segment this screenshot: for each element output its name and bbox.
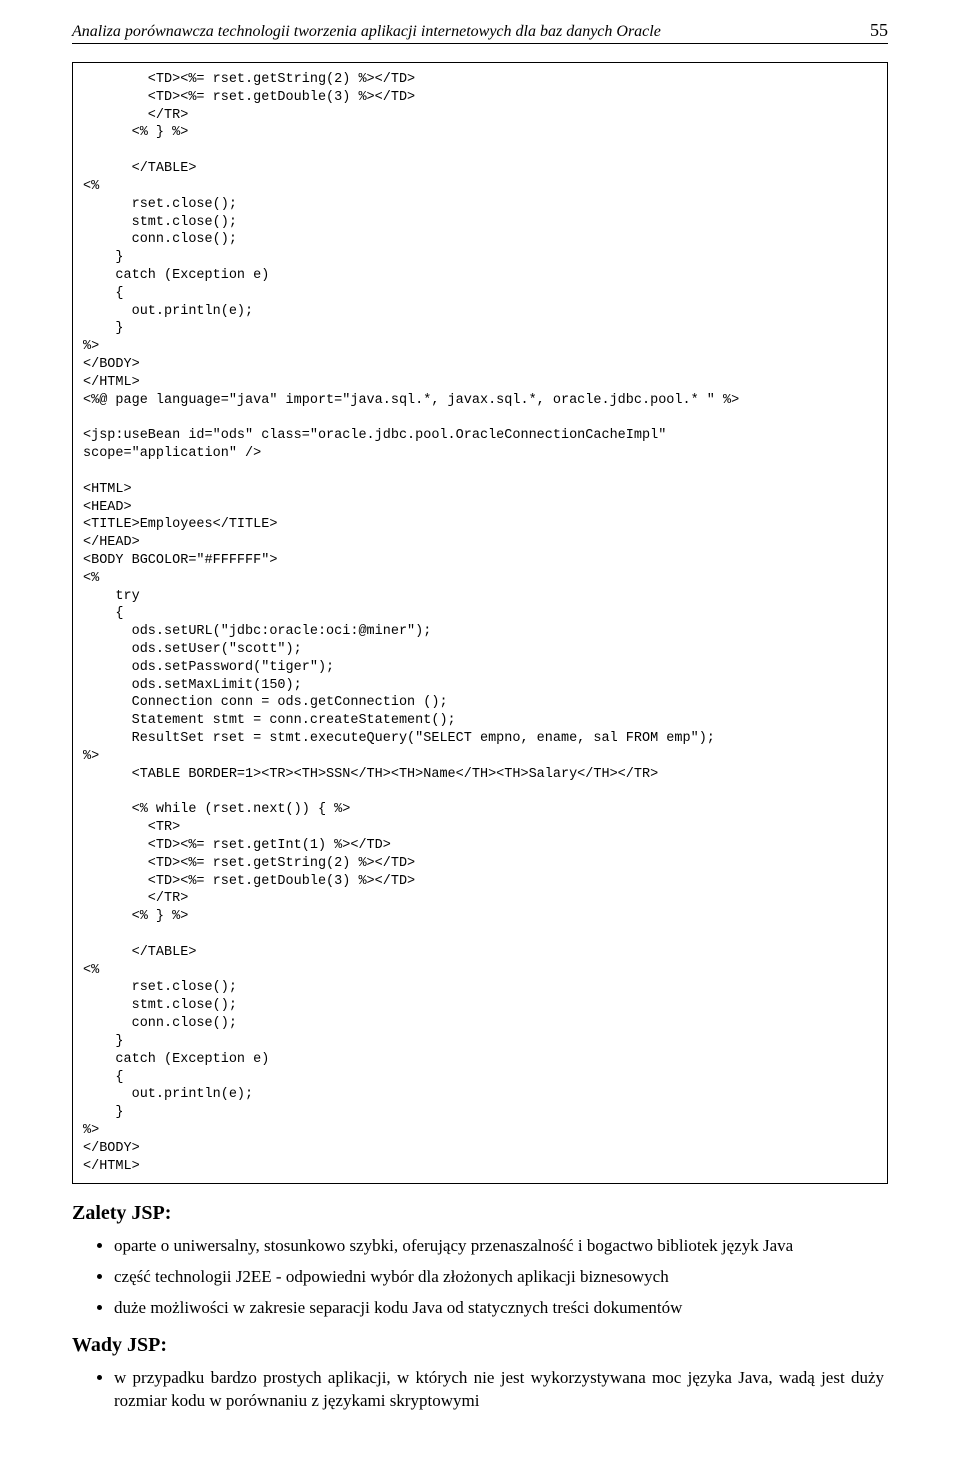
page-number: 55 [870, 20, 888, 41]
list-item: w przypadku bardzo prostych aplikacji, w… [114, 1367, 888, 1413]
header-title: Analiza porównawcza technologii tworzeni… [72, 23, 661, 41]
advantages-heading: Zalety JSP: [72, 1202, 888, 1225]
code-listing: <TD><%= rset.getString(2) %></TD> <TD><%… [72, 62, 888, 1184]
list-item: oparte o uniwersalny, stosunkowo szybki,… [114, 1235, 888, 1258]
advantages-list: oparte o uniwersalny, stosunkowo szybki,… [72, 1235, 888, 1320]
list-item: duże możliwości w zakresie separacji kod… [114, 1297, 888, 1320]
page-container: Analiza porównawcza technologii tworzeni… [0, 0, 960, 1463]
list-item: część technologii J2EE - odpowiedni wybó… [114, 1266, 888, 1289]
page-header: Analiza porównawcza technologii tworzeni… [72, 20, 888, 44]
disadvantages-list: w przypadku bardzo prostych aplikacji, w… [72, 1367, 888, 1413]
disadvantages-heading: Wady JSP: [72, 1334, 888, 1357]
